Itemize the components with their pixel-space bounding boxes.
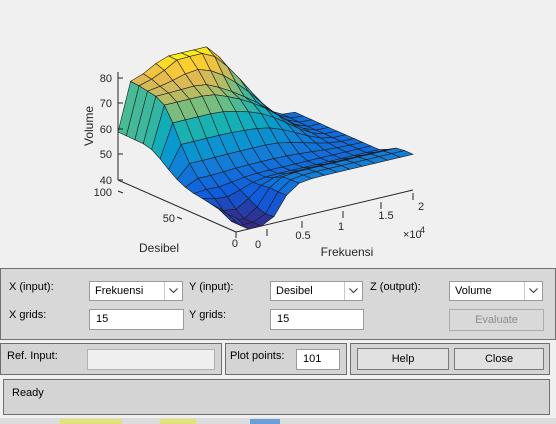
x-grids-input[interactable]: 15 — [89, 309, 184, 330]
z-tick-60: 60 — [100, 124, 112, 136]
y-grids-input[interactable]: 15 — [270, 309, 364, 330]
surface-mesh — [117, 46, 414, 230]
ref-input-label: Ref. Input: — [7, 350, 58, 362]
taskbar-item[interactable] — [160, 419, 196, 424]
y-tick-0: 0 — [232, 238, 238, 250]
buttons-panel: Help Close — [350, 343, 550, 375]
x-grids-label: X grids: — [9, 309, 47, 321]
y-tick-50: 50 — [163, 213, 175, 225]
z-tick-70: 70 — [100, 98, 112, 110]
status-bar: Ready — [3, 379, 550, 415]
x-axis-label: Frekuensi — [321, 245, 374, 259]
help-button[interactable]: Help — [357, 348, 449, 370]
x-exponent-power: 4 — [420, 225, 425, 235]
x-input-value: Frekuensi — [95, 285, 144, 297]
surface-plot-area[interactable]: 80 70 60 50 40 Volume 100 50 0 Desibel 0… — [0, 0, 556, 268]
z-axis-label: Volume — [82, 106, 96, 146]
surface-plot[interactable]: 80 70 60 50 40 Volume 100 50 0 Desibel 0… — [0, 0, 556, 268]
y-input-dropdown[interactable]: Desibel — [270, 281, 363, 301]
x-exponent-base: ×10 — [403, 229, 422, 241]
z-output-label: Z (output): — [370, 281, 421, 293]
y-grids-label: Y grids: — [189, 309, 227, 321]
y-input-value: Desibel — [276, 285, 313, 297]
taskbar-item[interactable] — [250, 419, 280, 424]
chevron-down-icon[interactable] — [164, 282, 182, 300]
status-text: Ready — [12, 387, 44, 399]
z-output-dropdown[interactable]: Volume — [449, 281, 543, 301]
x-tick-1: 1 — [338, 221, 344, 233]
x-input-label: X (input): — [9, 281, 54, 293]
ref-input-panel: Ref. Input: — [0, 343, 222, 375]
x-tick-1.5: 1.5 — [378, 210, 393, 222]
y-tick-100: 100 — [94, 187, 112, 199]
plot-points-panel: Plot points: 101 — [225, 343, 347, 375]
y-axis-label: Desibel — [139, 241, 179, 255]
z-output-value: Volume — [455, 285, 492, 297]
x-tick-0.5: 0.5 — [295, 230, 310, 242]
taskbar-item[interactable] — [60, 419, 122, 424]
plot-points-label: Plot points: — [230, 350, 285, 362]
x-input-dropdown[interactable]: Frekuensi — [89, 281, 183, 301]
x-tick-0: 0 — [255, 239, 261, 251]
plot-points-input[interactable]: 101 — [296, 349, 340, 370]
z-tick-40: 40 — [100, 175, 112, 187]
controls-panel: X (input): Frekuensi Y (input): Desibel … — [0, 268, 556, 340]
x-tick-2: 2 — [418, 201, 424, 213]
z-tick-80: 80 — [100, 73, 112, 85]
chevron-down-icon[interactable] — [344, 282, 362, 300]
chevron-down-icon[interactable] — [524, 282, 542, 300]
z-tick-50: 50 — [100, 149, 112, 161]
ref-input-field[interactable] — [87, 349, 215, 370]
y-input-label: Y (input): — [189, 281, 234, 293]
evaluate-button[interactable]: Evaluate — [449, 309, 544, 331]
close-button[interactable]: Close — [454, 348, 544, 370]
